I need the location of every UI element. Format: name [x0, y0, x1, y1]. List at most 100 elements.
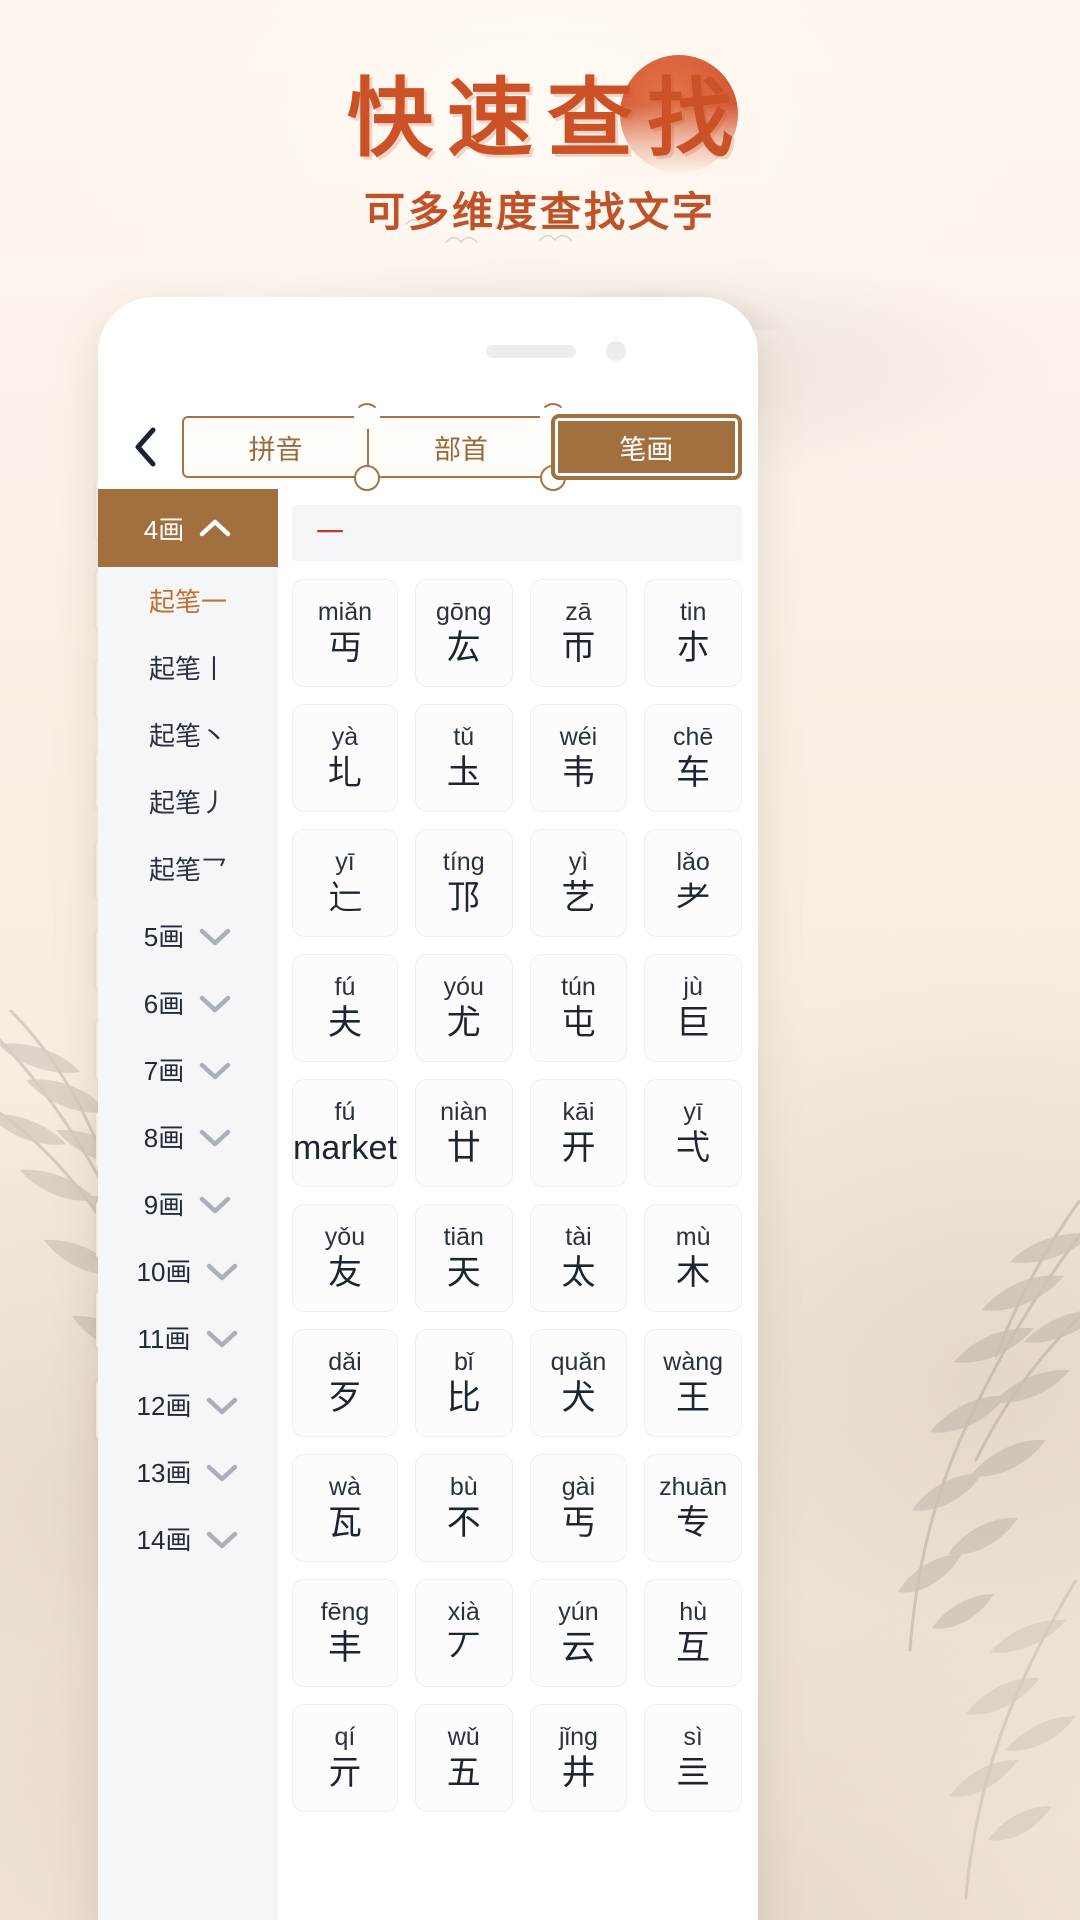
sidebar-group-5-strokes[interactable]: 5画: [98, 902, 278, 969]
character-card[interactable]: tún 屯: [529, 954, 628, 1062]
character-card[interactable]: gōng 厷: [414, 579, 513, 687]
card-character: market: [293, 1128, 397, 1167]
sidebar-group-10-strokes[interactable]: 10画: [98, 1237, 278, 1304]
chevron-up-icon: [198, 517, 232, 539]
sidebar-group-14-strokes[interactable]: 14画: [98, 1505, 278, 1572]
card-pinyin: wéi: [559, 723, 598, 752]
character-card[interactable]: gài 丐: [529, 1454, 628, 1562]
card-character: 云: [561, 1628, 596, 1667]
character-card[interactable]: wǔ 五: [414, 1704, 513, 1812]
sidebar-group-4-strokes[interactable]: 4画: [98, 489, 278, 567]
character-card[interactable]: yóu 尤: [414, 954, 513, 1062]
character-card[interactable]: hù 互: [644, 1579, 742, 1687]
card-pinyin: tài: [565, 1223, 592, 1252]
card-character: 亓: [327, 1753, 362, 1792]
sidebar-group-label: 14画: [136, 1525, 192, 1555]
chevron-down-icon: [198, 1059, 232, 1081]
card-character: 专: [676, 1503, 711, 1542]
card-pinyin: fú: [334, 973, 356, 1002]
character-card[interactable]: fú 夫: [292, 954, 398, 1062]
card-character: 屯: [561, 1003, 596, 1042]
sidebar-item-label: 起笔丨: [148, 654, 227, 684]
card-pinyin: yóu: [443, 973, 484, 1002]
character-card[interactable]: yī 弌: [644, 1079, 742, 1187]
back-button[interactable]: [98, 425, 182, 469]
sidebar-item-start-stroke-zhe[interactable]: 起笔乛: [98, 835, 278, 902]
chevron-down-icon: [205, 1327, 239, 1349]
card-pinyin: zhuān: [659, 1473, 728, 1502]
card-pinyin: yī: [335, 848, 355, 877]
card-character: 互: [676, 1628, 711, 1667]
sidebar-group-7-strokes[interactable]: 7画: [98, 1036, 278, 1103]
character-card[interactable]: dǎi 歹: [292, 1329, 398, 1437]
card-character: 丰: [327, 1628, 362, 1667]
character-card[interactable]: xià 丆: [414, 1579, 513, 1687]
card-character: 厷: [446, 628, 481, 667]
sidebar-item-start-stroke-heng[interactable]: 起笔一: [98, 567, 278, 634]
card-pinyin: wàng: [663, 1348, 724, 1377]
speaker-bar: [486, 345, 576, 358]
card-pinyin: hù: [679, 1598, 708, 1627]
sidebar-group-6-strokes[interactable]: 6画: [98, 969, 278, 1036]
character-card[interactable]: yà 圠: [292, 704, 398, 812]
card-character: 丆: [446, 1628, 481, 1667]
character-card[interactable]: wéi 韦: [529, 704, 628, 812]
tab-radical-label: 部首: [433, 434, 488, 465]
character-card[interactable]: yì 艺: [529, 829, 628, 937]
character-card[interactable]: wà 瓦: [292, 1454, 398, 1562]
card-character: 韦: [561, 753, 596, 792]
card-character: 丐: [561, 1503, 596, 1542]
card-pinyin: zā: [565, 598, 592, 627]
character-card[interactable]: fú market: [292, 1079, 398, 1187]
character-card[interactable]: lǎo 耂: [644, 829, 742, 937]
character-card[interactable]: tiān 天: [414, 1204, 513, 1312]
sidebar-group-9-strokes[interactable]: 9画: [98, 1170, 278, 1237]
card-pinyin: mù: [675, 1223, 711, 1252]
sidebar-item-start-stroke-pie[interactable]: 起笔丿: [98, 768, 278, 835]
character-card[interactable]: mù 木: [644, 1204, 742, 1312]
character-card[interactable]: yún 云: [529, 1579, 628, 1687]
card-pinyin: gài: [561, 1473, 596, 1502]
tab-pinyin[interactable]: 拼音: [182, 403, 381, 491]
sidebar-group-12-strokes[interactable]: 12画: [98, 1371, 278, 1438]
character-card[interactable]: yī 辷: [292, 829, 398, 937]
tab-radical[interactable]: 部首: [367, 403, 566, 491]
stroke-count-sidebar[interactable]: 4画 起笔一 起笔丨 起笔丶 起笔丿 起笔乛 5画 6画 7画 8画 9画 10…: [98, 489, 278, 1920]
character-card[interactable]: zhuān 专: [644, 1454, 742, 1562]
character-card[interactable]: bù 不: [414, 1454, 513, 1562]
card-character: 巨: [676, 1003, 711, 1042]
character-card[interactable]: tài 太: [529, 1204, 628, 1312]
character-card[interactable]: bǐ 比: [414, 1329, 513, 1437]
card-character: 圠: [327, 753, 362, 792]
sidebar-group-8-strokes[interactable]: 8画: [98, 1103, 278, 1170]
character-card[interactable]: tǔ 圡: [414, 704, 513, 812]
character-card[interactable]: miǎn 丏: [292, 579, 398, 687]
character-card[interactable]: yǒu 友: [292, 1204, 398, 1312]
character-card[interactable]: kāi 开: [529, 1079, 628, 1187]
character-card[interactable]: chē 车: [644, 704, 742, 812]
character-card[interactable]: qí 亓: [292, 1704, 398, 1812]
character-card[interactable]: fēng 丰: [292, 1579, 398, 1687]
card-pinyin: tin: [679, 598, 707, 627]
character-card[interactable]: tin 朩: [644, 579, 742, 687]
card-character: 弌: [676, 1128, 711, 1167]
character-card[interactable]: quǎn 犬: [529, 1329, 628, 1437]
character-card[interactable]: wàng 王: [644, 1329, 742, 1437]
sidebar-item-start-stroke-dian[interactable]: 起笔丶: [98, 701, 278, 768]
character-card[interactable]: tíng 邒: [414, 829, 513, 937]
card-pinyin: qí: [334, 1723, 356, 1752]
character-card[interactable]: jù 巨: [644, 954, 742, 1062]
card-character: 辷: [327, 878, 362, 917]
sidebar-group-13-strokes[interactable]: 13画: [98, 1438, 278, 1505]
character-card[interactable]: niàn 廿: [414, 1079, 513, 1187]
tab-strokes[interactable]: 笔画: [552, 416, 740, 478]
sidebar-group-label: 6画: [143, 989, 185, 1019]
card-character: 丏: [327, 628, 362, 667]
sidebar-group-11-strokes[interactable]: 11画: [98, 1304, 278, 1371]
character-card[interactable]: zā 帀: [529, 579, 628, 687]
card-character: 开: [561, 1128, 596, 1167]
character-card[interactable]: sì 亖: [644, 1704, 742, 1812]
bamboo-decoration-right-lower: [880, 1580, 1080, 1900]
character-card[interactable]: jǐng 井: [529, 1704, 628, 1812]
sidebar-item-start-stroke-shu[interactable]: 起笔丨: [98, 634, 278, 701]
